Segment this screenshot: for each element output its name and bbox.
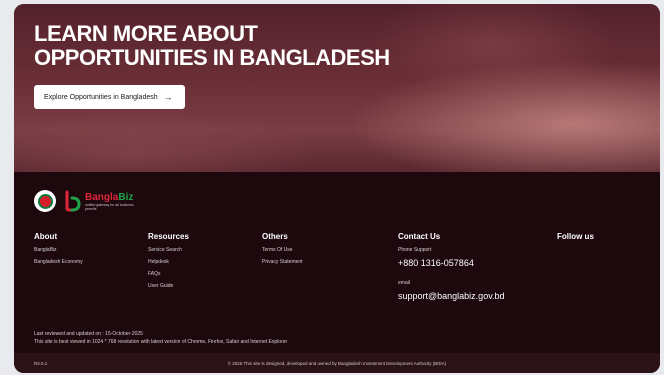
others-heading: Others [262, 232, 288, 241]
explore-opportunities-label: Explore Opportunities in Bangladesh [44, 93, 158, 101]
resources-heading: Resources [148, 232, 189, 241]
last-reviewed-text: Last reviewed and updated on : 15-Octobe… [34, 331, 143, 337]
phone-number-link[interactable]: +880 1316-057864 [398, 258, 505, 268]
arrow-right-icon: → [163, 91, 173, 102]
hero-title-line-2: OPPORTUNITIES IN BANGLADESH [34, 45, 390, 70]
hero-title-line-1: LEARN MORE ABOUT [34, 21, 258, 46]
footer-link-privacy-statement[interactable]: Privacy Statement [262, 259, 303, 265]
government-seal-logo[interactable] [34, 190, 56, 212]
banglabiz-mark-icon [65, 190, 81, 212]
footer-link-bangladesh-economy[interactable]: Bangladesh Economy [34, 259, 83, 265]
banglabiz-logo[interactable]: BanglaBiz unified gateway for all busine… [62, 190, 135, 212]
email-link[interactable]: support@banglabiz.gov.bd [398, 291, 505, 301]
footer-column-contact: Contact Us Phone Support +880 1316-05786… [398, 232, 505, 313]
footer-column-resources: Resources Service Search Helpdesk FAQs U… [148, 232, 189, 295]
hero-title: LEARN MORE ABOUT OPPORTUNITIES IN BANGLA… [34, 22, 454, 70]
banglabiz-wordmark: BanglaBiz [85, 191, 134, 203]
footer-column-about: About BanglaBiz Bangladesh Economy [34, 232, 83, 271]
banglabiz-tagline: unified gateway for all business permits [85, 202, 134, 211]
follow-us-heading: Follow us [557, 232, 594, 241]
footer-bottom-bar: R2.0.1 © 2025 This site is designed, dev… [14, 353, 660, 373]
email-label: email [398, 280, 410, 286]
site-footer: BanglaBiz unified gateway for all busine… [14, 172, 660, 373]
contact-heading: Contact Us [398, 232, 441, 241]
best-viewed-text: This site is best viewed in 1024 * 768 r… [34, 339, 288, 345]
footer-link-helpdesk[interactable]: Helpdesk [148, 259, 189, 265]
footer-link-service-search[interactable]: Service Search [148, 247, 189, 253]
footer-column-follow: Follow us [557, 232, 594, 247]
page-frame: LEARN MORE ABOUT OPPORTUNITIES IN BANGLA… [14, 4, 660, 373]
about-heading: About [34, 232, 58, 241]
footer-logos: BanglaBiz unified gateway for all busine… [34, 190, 135, 212]
footer-link-faqs[interactable]: FAQs [148, 271, 189, 277]
copyright-text: © 2025 This site is designed, developed … [227, 360, 447, 366]
footer-link-terms-of-use[interactable]: Terms Of Use [262, 247, 303, 253]
phone-support-label: Phone Support [398, 247, 432, 253]
footer-column-others: Others Terms Of Use Privacy Statement [262, 232, 303, 271]
last-reviewed-info: Last reviewed and updated on : 15-Octobe… [34, 330, 287, 346]
footer-link-user-guide[interactable]: User Guide [148, 283, 189, 289]
footer-link-banglabiz[interactable]: BanglaBiz [34, 247, 83, 253]
explore-opportunities-button[interactable]: Explore Opportunities in Bangladesh → [34, 85, 185, 109]
hero-banner: LEARN MORE ABOUT OPPORTUNITIES IN BANGLA… [14, 4, 660, 172]
